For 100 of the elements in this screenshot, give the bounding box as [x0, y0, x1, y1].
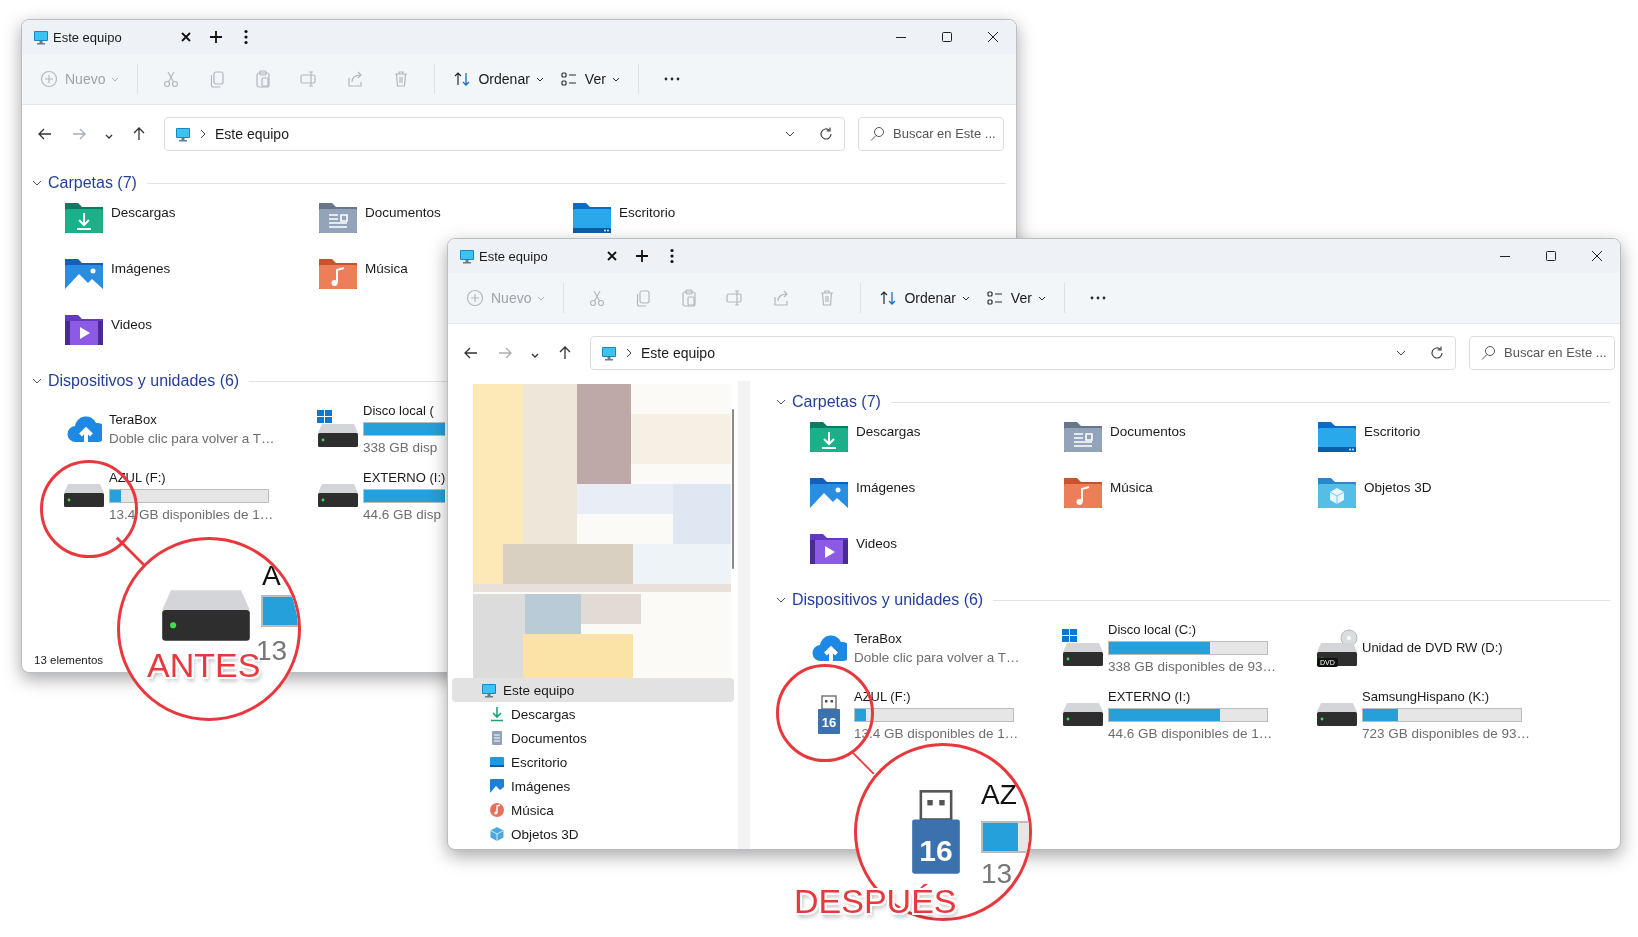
folder-label[interactable]: Escritorio: [619, 205, 676, 220]
tree-item[interactable]: Descargas: [452, 702, 734, 726]
view-button[interactable]: Ver: [551, 62, 628, 96]
folder-label[interactable]: Documentos: [365, 205, 441, 220]
music-icon: [489, 802, 505, 818]
maximize-icon[interactable]: [1546, 251, 1556, 261]
folder-icon[interactable]: [317, 200, 359, 236]
close-icon[interactable]: [988, 32, 998, 42]
folder-icon[interactable]: [808, 475, 850, 511]
scrollbar[interactable]: [732, 409, 734, 569]
drive-label[interactable]: EXTERNO (I:): [363, 469, 445, 485]
drive-label[interactable]: TeraBox: [854, 630, 902, 646]
drive-detail: 338 GB disponibles de 93…: [1108, 658, 1277, 674]
view-icon: [985, 289, 1004, 307]
folder-icon[interactable]: [63, 256, 105, 292]
folder-icon[interactable]: [571, 200, 613, 236]
folder-icon[interactable]: [1316, 419, 1358, 455]
chevron-icon[interactable]: [32, 178, 42, 188]
more-icon[interactable]: [670, 248, 674, 264]
refresh-icon[interactable]: [818, 125, 834, 142]
drive-label[interactable]: TeraBox: [109, 411, 157, 427]
folder-icon[interactable]: [317, 256, 359, 292]
drive-label[interactable]: SamsungHispano (K:): [1362, 688, 1490, 704]
view-icon: [559, 70, 578, 88]
tree-item[interactable]: Objetos 3D: [452, 822, 734, 846]
plus-circle-icon: [466, 289, 484, 307]
close-icon[interactable]: [1592, 251, 1602, 261]
chevron-icon[interactable]: [32, 376, 42, 386]
document-icon: [489, 730, 505, 746]
search-icon: [1480, 344, 1496, 361]
hard-drive-icon: [63, 483, 105, 508]
section-title[interactable]: Dispositivos y unidades (6): [792, 591, 984, 609]
sort-button[interactable]: Ordenar: [871, 281, 978, 315]
tab-title[interactable]: Este equipo: [479, 248, 597, 264]
hard-drive-icon: [317, 483, 359, 508]
view-button[interactable]: Ver: [977, 281, 1054, 315]
drive-label[interactable]: EXTERNO (I:): [1108, 688, 1191, 704]
chevron-icon[interactable]: [776, 595, 786, 605]
refresh-icon[interactable]: [1429, 344, 1445, 361]
chevron-icon[interactable]: [776, 397, 786, 407]
folder-icon[interactable]: [1062, 475, 1104, 511]
search-field[interactable]: Buscar en Este ...: [858, 116, 1004, 151]
folder-label[interactable]: Escritorio: [1364, 424, 1421, 439]
folder-label[interactable]: Música: [1110, 480, 1153, 495]
section-title[interactable]: Carpetas (7): [48, 174, 137, 192]
caret-icon: [1037, 295, 1046, 301]
drive-detail: 723 GB disponibles de 93…: [1362, 725, 1531, 741]
folder-label[interactable]: Música: [365, 261, 408, 276]
plus-icon[interactable]: [635, 249, 649, 263]
status-text: 13 elementos: [34, 654, 104, 666]
annotation-label: ANTES: [147, 646, 261, 685]
more-icon[interactable]: [244, 29, 248, 45]
tree-item[interactable]: Imágenes: [452, 774, 734, 798]
sort-button[interactable]: Ordenar: [445, 62, 552, 96]
drive-detail: 13.4 GB disponibles de 1…: [109, 506, 274, 522]
tree-item[interactable]: Música: [452, 798, 734, 822]
address-bar[interactable]: Este equipo: [164, 116, 845, 151]
picture-icon: [489, 778, 505, 794]
zoomed-label: A: [262, 560, 281, 592]
download-icon: [489, 706, 505, 722]
folder-icon[interactable]: [63, 200, 105, 236]
breadcrumb-item[interactable]: Este equipo: [215, 125, 289, 142]
up-arrow-icon[interactable]: [131, 125, 147, 142]
cube-icon: [489, 826, 505, 842]
tab-title[interactable]: Este equipo: [53, 29, 171, 45]
drive-label[interactable]: Disco local (C:): [1108, 621, 1197, 637]
drive-label[interactable]: Disco local (: [363, 402, 434, 418]
section-title[interactable]: Dispositivos y unidades (6): [48, 372, 240, 390]
folder-label[interactable]: Imágenes: [856, 480, 916, 495]
drive-detail: Doble clic para volver a T…: [109, 430, 275, 446]
computer-icon: [33, 29, 49, 45]
tree-item[interactable]: Escritorio: [452, 750, 734, 774]
folder-label[interactable]: Videos: [111, 317, 153, 332]
folder-label[interactable]: Documentos: [1110, 424, 1186, 439]
section-title[interactable]: Carpetas (7): [792, 393, 881, 411]
folder-icon[interactable]: [1062, 419, 1104, 455]
computer-icon: [175, 125, 191, 142]
address-bar[interactable]: Este equipo: [590, 335, 1456, 370]
tree-item[interactable]: Este equipo: [452, 678, 734, 702]
folder-icon[interactable]: [808, 531, 850, 567]
up-arrow-icon[interactable]: [557, 344, 573, 361]
folder-icon[interactable]: [63, 312, 105, 348]
plus-icon[interactable]: [209, 30, 223, 44]
drive-label[interactable]: Unidad de DVD RW (D:): [1362, 640, 1503, 655]
maximize-icon[interactable]: [942, 32, 952, 42]
close-icon[interactable]: [606, 250, 618, 262]
tree-item[interactable]: Documentos: [452, 726, 734, 750]
connector-line: [851, 750, 875, 776]
folder-label[interactable]: Objetos 3D: [1364, 480, 1432, 495]
drive-detail: 44.6 GB disp: [363, 506, 443, 522]
close-icon[interactable]: [180, 31, 192, 43]
folder-icon[interactable]: [808, 419, 850, 455]
breadcrumb-item[interactable]: Este equipo: [641, 344, 715, 361]
folder-label[interactable]: Imágenes: [111, 261, 171, 276]
sort-icon: [453, 70, 472, 88]
search-field[interactable]: Buscar en Este ...: [1469, 335, 1615, 370]
drive-detail: 338 GB disp: [363, 439, 439, 455]
folder-label[interactable]: Videos: [856, 536, 898, 551]
folder-label[interactable]: Descargas: [856, 424, 921, 439]
folder-label[interactable]: Descargas: [111, 205, 176, 220]
